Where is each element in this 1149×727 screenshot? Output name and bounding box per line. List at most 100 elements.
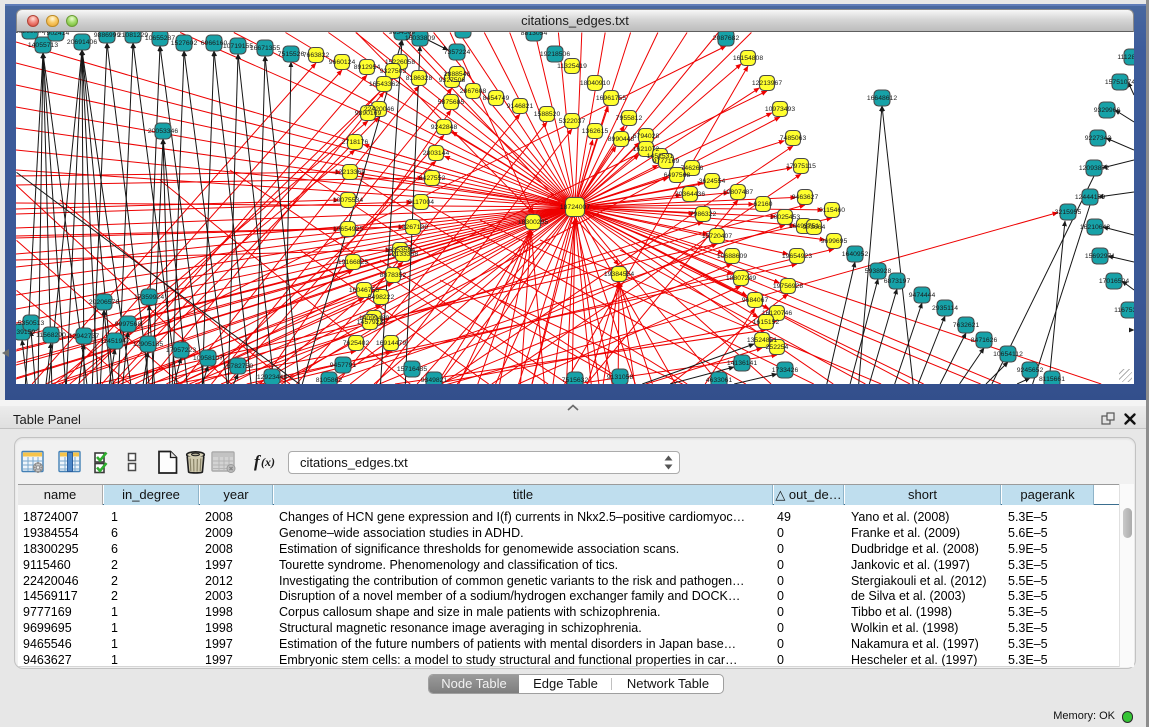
svg-text:9890169: 9890169: [355, 110, 382, 117]
svg-text:19166825: 19166825: [338, 259, 368, 266]
svg-text:9699695: 9699695: [821, 238, 848, 245]
svg-text:11675387: 11675387: [1114, 307, 1134, 314]
svg-text:15720407: 15720407: [702, 233, 732, 240]
svg-text:11128921: 11128921: [1117, 54, 1134, 61]
svg-text:16914479: 16914479: [376, 340, 406, 347]
svg-text:16648612: 16648612: [867, 95, 897, 102]
svg-text:13524851: 13524851: [747, 337, 777, 344]
svg-text:20053346: 20053346: [148, 128, 178, 135]
svg-text:1615152: 1615152: [753, 319, 780, 326]
svg-text:2087682: 2087682: [713, 35, 740, 42]
svg-text:1640952: 1640952: [842, 251, 869, 258]
svg-text:8115661: 8115661: [1039, 376, 1065, 383]
svg-text:8990448: 8990448: [608, 136, 635, 143]
svg-text:11451947: 11451947: [100, 338, 130, 345]
svg-text:19654923: 19654923: [782, 253, 812, 260]
svg-text:10025453: 10025453: [770, 214, 800, 221]
svg-text:9457791: 9457791: [330, 362, 357, 369]
svg-text:1621072: 1621072: [633, 146, 660, 153]
svg-text:17016504: 17016504: [1099, 278, 1129, 285]
svg-text:9245652: 9245652: [1017, 367, 1044, 374]
svg-text:9997568: 9997568: [115, 321, 142, 328]
svg-text:15751074: 15751074: [1105, 79, 1134, 86]
svg-text:7515632: 7515632: [562, 377, 589, 384]
svg-text:17359924: 17359924: [134, 294, 164, 301]
svg-text:8912954: 8912954: [354, 64, 381, 71]
svg-text:11568290: 11568290: [36, 332, 66, 339]
svg-text:7632621: 7632621: [953, 322, 980, 329]
svg-text:16210643: 16210643: [1080, 224, 1110, 231]
svg-text:9115460: 9115460: [819, 207, 845, 214]
svg-text:16033809: 16033809: [405, 35, 435, 42]
svg-text:9327503: 9327503: [380, 68, 407, 75]
svg-text:8105862: 8105862: [316, 377, 343, 384]
svg-text:16671355: 16671355: [250, 45, 280, 52]
svg-text:17957223: 17957223: [166, 347, 196, 354]
svg-text:7986322: 7986322: [690, 211, 717, 218]
svg-text:12923446: 12923446: [257, 374, 287, 381]
svg-text:6794028: 6794028: [633, 133, 660, 140]
svg-text:16120746: 16120746: [762, 310, 792, 317]
svg-text:3624554: 3624554: [699, 178, 726, 185]
svg-text:17975115: 17975115: [786, 163, 816, 170]
svg-text:7663822: 7663822: [303, 52, 330, 59]
svg-text:3215955: 3215955: [1055, 209, 1082, 216]
svg-text:9146821: 9146821: [507, 103, 534, 110]
svg-text:13267130: 13267130: [398, 224, 428, 231]
svg-text:16782759: 16782759: [223, 363, 253, 370]
svg-text:7902414: 7902414: [43, 32, 70, 37]
svg-text:(x): (x): [261, 455, 275, 469]
svg-text:15692971: 15692971: [1085, 253, 1115, 260]
svg-text:15784803: 15784803: [448, 32, 478, 34]
svg-text:1888546: 1888546: [444, 71, 471, 78]
svg-text:10958107: 10958107: [193, 355, 223, 362]
svg-text:20364436: 20364436: [675, 191, 705, 198]
svg-text:978664: 978664: [803, 224, 826, 231]
svg-text:2867608: 2867608: [460, 88, 487, 95]
svg-text:12444159: 12444159: [1075, 194, 1105, 201]
svg-text:1588520: 1588520: [534, 111, 561, 118]
svg-text:12093872: 12093872: [1079, 165, 1109, 172]
svg-text:18040910: 18040910: [580, 80, 610, 87]
svg-text:15716485: 15716485: [397, 366, 427, 373]
svg-text:16543362: 16543362: [369, 81, 399, 88]
svg-text:10654112: 10654112: [993, 351, 1023, 358]
svg-text:18300295: 18300295: [518, 219, 548, 226]
svg-text:10719155: 10719155: [223, 43, 253, 50]
svg-text:62160: 62160: [754, 201, 773, 208]
svg-text:8878352: 8878352: [380, 272, 407, 279]
svg-text:7955812: 7955812: [616, 115, 643, 122]
svg-text:10807487: 10807487: [723, 189, 753, 196]
svg-text:9227343: 9227343: [1085, 135, 1112, 142]
svg-text:12213967: 12213967: [752, 80, 782, 87]
svg-text:19756928: 19756928: [773, 283, 803, 290]
svg-text:2803144: 2803144: [423, 150, 450, 157]
svg-text:15226058: 15226058: [385, 59, 415, 66]
svg-text:9117004: 9117004: [408, 199, 434, 206]
svg-text:12133368: 12133368: [388, 251, 418, 258]
svg-text:19384554: 19384554: [604, 271, 634, 278]
svg-text:5498222: 5498222: [368, 294, 395, 301]
svg-text:1457923: 1457923: [357, 319, 384, 326]
svg-text:10688609: 10688609: [717, 253, 747, 260]
svg-text:16961755: 16961755: [596, 95, 626, 102]
svg-text:10075534: 10075534: [333, 197, 363, 204]
svg-text:4633061: 4633061: [706, 377, 733, 384]
svg-text:19218506: 19218506: [540, 51, 570, 58]
svg-text:9684067: 9684067: [742, 297, 769, 304]
svg-text:5322037: 5322037: [559, 118, 586, 125]
svg-text:7357224: 7357224: [444, 49, 471, 56]
svg-text:9329966: 9329966: [1094, 107, 1121, 114]
svg-text:16154808: 16154808: [733, 55, 763, 62]
svg-text:5938928: 5938928: [865, 268, 892, 275]
svg-text:16253862: 16253862: [16, 32, 45, 35]
svg-text:2718176: 2718176: [342, 139, 369, 146]
svg-text:14055713: 14055713: [28, 42, 58, 49]
svg-text:12213369: 12213369: [335, 169, 365, 176]
svg-text:9660124: 9660124: [329, 59, 356, 66]
svg-text:7625402: 7625402: [343, 340, 370, 347]
svg-text:1733426: 1733426: [772, 367, 799, 374]
svg-text:7515526: 7515526: [278, 51, 305, 58]
svg-text:12905185: 12905185: [133, 341, 163, 348]
svg-text:9474444: 9474444: [909, 292, 936, 299]
